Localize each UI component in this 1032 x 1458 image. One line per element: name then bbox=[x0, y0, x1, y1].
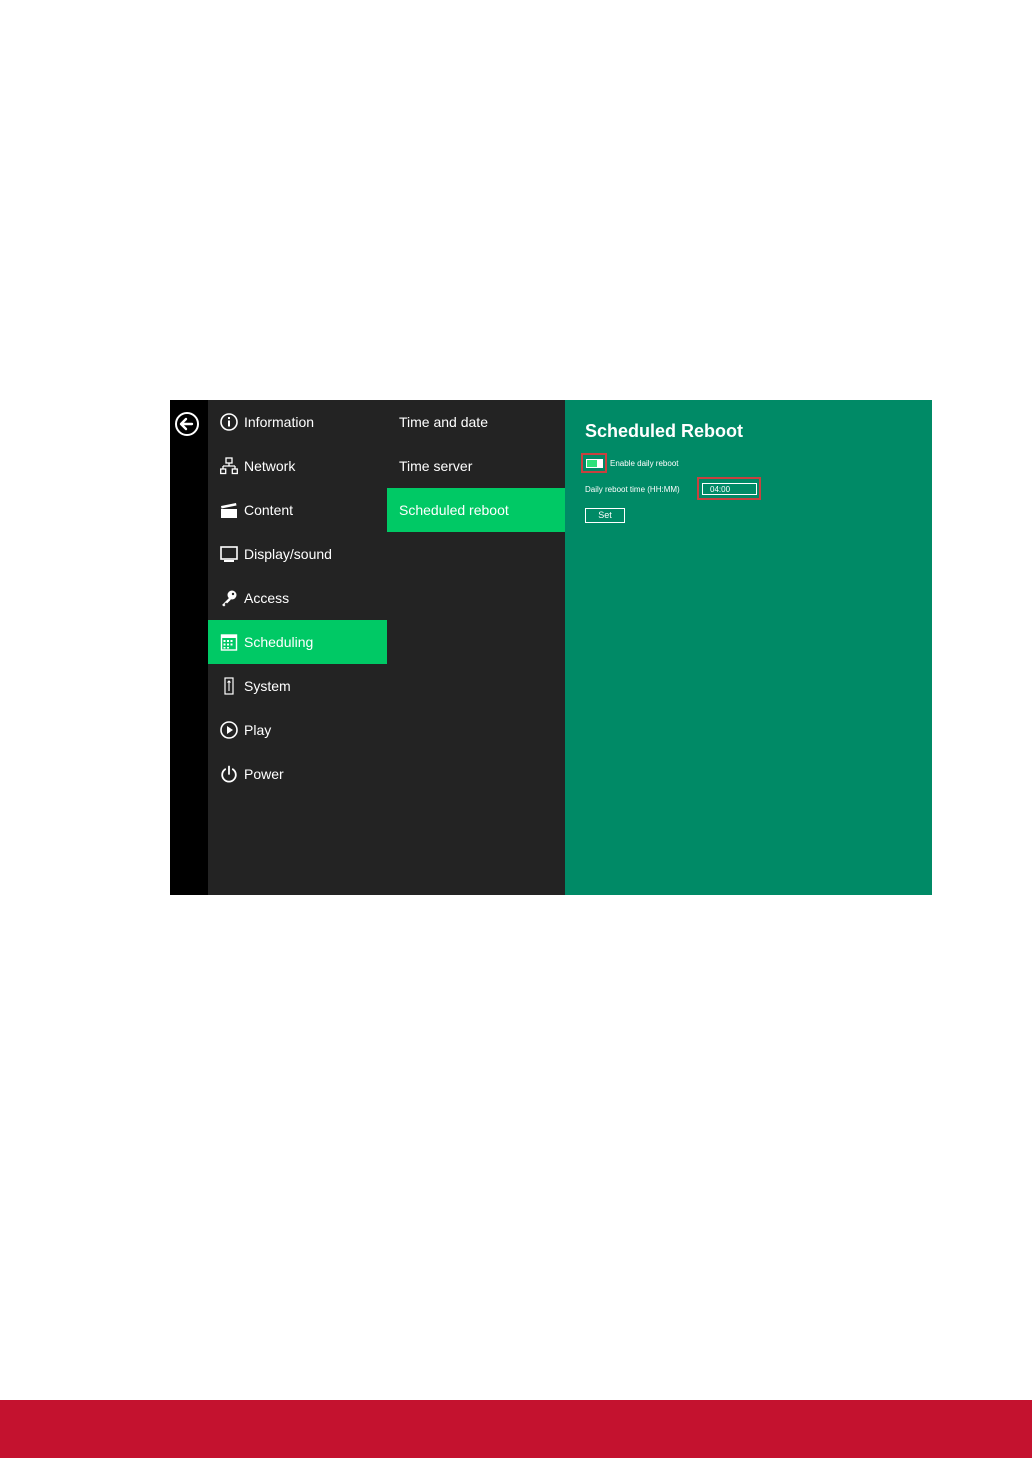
back-bar bbox=[170, 400, 208, 895]
submenu-item-time-and-date[interactable]: Time and date bbox=[387, 400, 565, 444]
daily-reboot-time-label: Daily reboot time (HH:MM) bbox=[585, 485, 680, 494]
monitor-icon bbox=[220, 544, 238, 564]
menu-item-label: Scheduling bbox=[244, 634, 314, 650]
menu-item-label: Content bbox=[244, 502, 294, 518]
system-icon bbox=[220, 676, 238, 696]
key-icon bbox=[220, 588, 238, 608]
menu-item-power[interactable]: Power bbox=[208, 752, 387, 796]
enable-daily-reboot-toggle[interactable] bbox=[586, 459, 603, 468]
menu-item-label: Display/sound bbox=[244, 546, 332, 562]
menu-item-network[interactable]: Network bbox=[208, 444, 387, 488]
panel-title: Scheduled Reboot bbox=[585, 421, 744, 441]
sub-menu: Time and date Time server Scheduled rebo… bbox=[387, 400, 565, 895]
menu-item-label: Information bbox=[244, 414, 315, 430]
settings-window: Information Network Content Display/soun… bbox=[170, 400, 932, 895]
menu-item-content[interactable]: Content bbox=[208, 488, 387, 532]
menu-item-label: Network bbox=[244, 458, 296, 474]
menu-item-display-sound[interactable]: Display/sound bbox=[208, 532, 387, 576]
network-icon bbox=[220, 456, 238, 476]
menu-item-play[interactable]: Play bbox=[208, 708, 387, 752]
footer-bar bbox=[0, 1400, 1032, 1458]
menu-item-information[interactable]: Information bbox=[208, 400, 387, 444]
scheduled-reboot-panel: Scheduled Reboot Enable daily reboot Dai… bbox=[565, 400, 932, 895]
menu-item-scheduling[interactable]: Scheduling bbox=[208, 620, 387, 664]
menu-item-label: Play bbox=[244, 722, 272, 738]
main-menu: Information Network Content Display/soun… bbox=[208, 400, 387, 895]
menu-item-label: System bbox=[244, 678, 291, 694]
submenu-item-time-server[interactable]: Time server bbox=[387, 444, 565, 488]
submenu-item-label: Time server bbox=[399, 458, 473, 474]
set-button[interactable]: Set bbox=[585, 508, 625, 523]
back-button[interactable] bbox=[174, 411, 200, 437]
toggle-highlight bbox=[581, 453, 607, 473]
menu-item-access[interactable]: Access bbox=[208, 576, 387, 620]
play-icon bbox=[220, 720, 238, 740]
back-arrow-icon bbox=[175, 412, 199, 436]
calendar-icon bbox=[220, 632, 238, 652]
submenu-item-label: Scheduled reboot bbox=[399, 502, 509, 518]
toggle-knob bbox=[597, 459, 603, 468]
menu-item-label: Power bbox=[244, 766, 284, 782]
submenu-item-scheduled-reboot[interactable]: Scheduled reboot bbox=[387, 488, 565, 532]
menu-item-label: Access bbox=[244, 590, 290, 606]
reboot-time-input[interactable] bbox=[702, 483, 757, 495]
time-input-highlight bbox=[697, 477, 761, 500]
info-icon bbox=[220, 412, 238, 432]
clapperboard-icon bbox=[220, 500, 238, 520]
submenu-item-label: Time and date bbox=[399, 414, 488, 430]
power-icon bbox=[220, 764, 238, 784]
enable-daily-reboot-label: Enable daily reboot bbox=[610, 459, 679, 468]
menu-item-system[interactable]: System bbox=[208, 664, 387, 708]
